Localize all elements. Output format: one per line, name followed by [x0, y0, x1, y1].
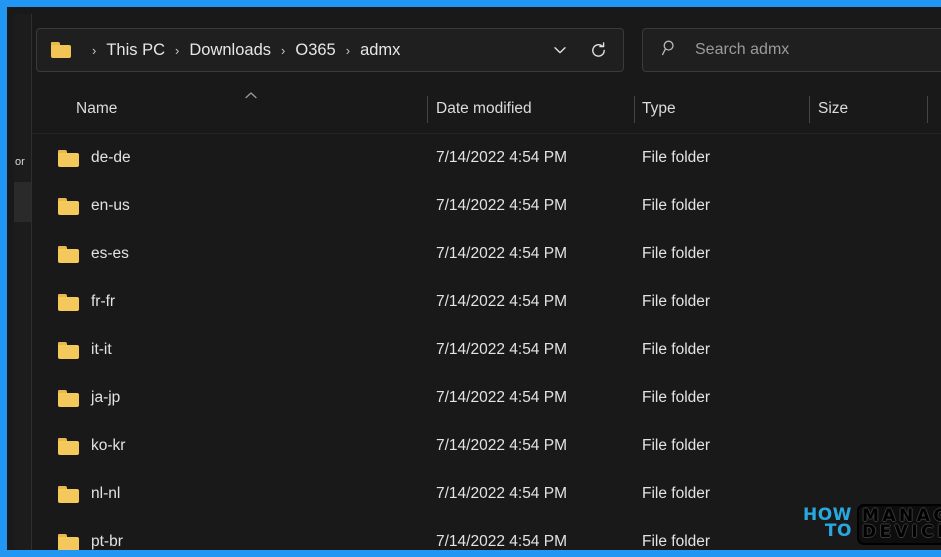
file-type: File folder — [642, 485, 711, 502]
breadcrumb-item-this-pc[interactable]: This PC — [106, 41, 165, 60]
file-name-label: fr-fr — [91, 293, 116, 310]
file-type: File folder — [642, 149, 711, 166]
file-name-label: pt-br — [91, 533, 123, 550]
watermark-line-to: TO — [824, 521, 852, 542]
file-name-label: es-es — [91, 245, 129, 262]
file-type: File folder — [642, 437, 711, 454]
file-list[interactable]: de-de 7/14/2022 4:54 PM File folder en-us 7/… — [32, 134, 941, 550]
chevron-down-icon[interactable] — [541, 31, 579, 69]
column-divider[interactable] — [809, 96, 810, 123]
folder-icon — [58, 389, 79, 407]
folder-icon — [58, 485, 79, 503]
explorer-content: or › This PC › Downloads › O365 › admx S… — [14, 14, 941, 550]
watermark-line-devices: DEVICES — [861, 522, 941, 543]
search-icon — [661, 39, 679, 62]
folder-icon — [58, 533, 79, 550]
breadcrumb-separator: › — [345, 42, 351, 58]
file-date-modified: 7/14/2022 4:54 PM — [436, 197, 567, 214]
file-name-label: ja-jp — [91, 389, 121, 406]
breadcrumb-item-admx[interactable]: admx — [360, 41, 400, 60]
navigation-pane[interactable]: or — [14, 14, 32, 550]
file-row[interactable]: ko-kr 7/14/2022 4:54 PM File folder — [32, 422, 941, 470]
file-row-name-cell[interactable]: en-us — [58, 182, 130, 230]
column-divider[interactable] — [427, 96, 428, 123]
file-row[interactable]: ja-jp 7/14/2022 4:54 PM File folder — [32, 374, 941, 422]
file-name-label: ko-kr — [91, 437, 126, 454]
file-row-name-cell[interactable]: fr-fr — [58, 278, 115, 326]
file-row-name-cell[interactable]: it-it — [58, 326, 112, 374]
toolbar: › This PC › Downloads › O365 › admx Sear… — [32, 14, 941, 85]
refresh-icon[interactable] — [579, 31, 617, 69]
breadcrumb-separator: › — [92, 42, 97, 58]
file-name-label: nl-nl — [91, 485, 121, 502]
file-date-modified: 7/14/2022 4:54 PM — [436, 485, 567, 502]
file-row-name-cell[interactable]: nl-nl — [58, 470, 120, 518]
breadcrumb-item-o365[interactable]: O365 — [295, 41, 335, 60]
file-date-modified: 7/14/2022 4:54 PM — [436, 437, 567, 454]
file-type: File folder — [642, 533, 711, 550]
file-name-label: it-it — [91, 341, 112, 358]
file-date-modified: 7/14/2022 4:54 PM — [436, 245, 567, 262]
column-header-type[interactable]: Type — [642, 85, 676, 133]
file-row-name-cell[interactable]: pt-br — [58, 518, 123, 550]
column-divider[interactable] — [927, 96, 928, 123]
nav-pane-item-label: or — [15, 156, 25, 168]
nav-pane-selected-item[interactable] — [14, 182, 32, 222]
file-type: File folder — [642, 293, 711, 310]
column-header-size[interactable]: Size — [818, 85, 848, 133]
breadcrumb-separator: › — [281, 42, 286, 58]
file-date-modified: 7/14/2022 4:54 PM — [436, 533, 567, 550]
folder-icon — [58, 341, 79, 359]
search-box[interactable]: Search admx — [642, 28, 941, 72]
file-type: File folder — [642, 197, 711, 214]
file-date-modified: 7/14/2022 4:54 PM — [436, 341, 567, 358]
folder-icon — [58, 245, 79, 263]
file-name-label: de-de — [91, 149, 131, 166]
watermark-managedevices: MANAGE DEVICES — [856, 504, 941, 545]
file-row-name-cell[interactable]: ja-jp — [58, 374, 120, 422]
file-row-name-cell[interactable]: ko-kr — [58, 422, 125, 470]
folder-icon — [58, 197, 79, 215]
column-header-name[interactable]: Name — [76, 85, 117, 133]
file-type: File folder — [642, 245, 711, 262]
folder-icon — [51, 42, 71, 58]
file-explorer-window: or › This PC › Downloads › O365 › admx S… — [0, 0, 941, 557]
column-header-row: Name Date modified Type Size — [32, 85, 941, 133]
file-name-label: en-us — [91, 197, 130, 214]
column-header-date-modified[interactable]: Date modified — [436, 85, 532, 133]
file-type: File folder — [642, 341, 711, 358]
file-row[interactable]: fr-fr 7/14/2022 4:54 PM File folder — [32, 278, 941, 326]
file-date-modified: 7/14/2022 4:54 PM — [436, 389, 567, 406]
file-date-modified: 7/14/2022 4:54 PM — [436, 149, 567, 166]
breadcrumb-item-downloads[interactable]: Downloads — [189, 41, 271, 60]
file-row-name-cell[interactable]: es-es — [58, 230, 129, 278]
file-type: File folder — [642, 389, 711, 406]
address-bar[interactable]: › This PC › Downloads › O365 › admx — [36, 28, 624, 72]
folder-icon — [58, 437, 79, 455]
breadcrumb-separator: › — [175, 42, 180, 58]
search-input[interactable]: Search admx — [695, 41, 789, 59]
watermark-howto: HOW TO — [803, 507, 852, 542]
folder-icon — [58, 149, 79, 167]
file-date-modified: 7/14/2022 4:54 PM — [436, 293, 567, 310]
watermark-logo: HOW TO MANAGE DEVICES — [803, 504, 941, 545]
nav-pane-item-clipped[interactable]: or — [14, 149, 32, 175]
chevron-up-icon — [238, 88, 264, 102]
file-row[interactable]: en-us 7/14/2022 4:54 PM File folder — [32, 182, 941, 230]
file-row[interactable]: de-de 7/14/2022 4:54 PM File folder — [32, 134, 941, 182]
file-row-name-cell[interactable]: de-de — [58, 134, 131, 182]
file-row[interactable]: es-es 7/14/2022 4:54 PM File folder — [32, 230, 941, 278]
breadcrumb[interactable]: › This PC › Downloads › O365 › admx — [51, 41, 541, 60]
column-divider[interactable] — [634, 96, 635, 123]
file-row[interactable]: it-it 7/14/2022 4:54 PM File folder — [32, 326, 941, 374]
folder-icon — [58, 293, 79, 311]
